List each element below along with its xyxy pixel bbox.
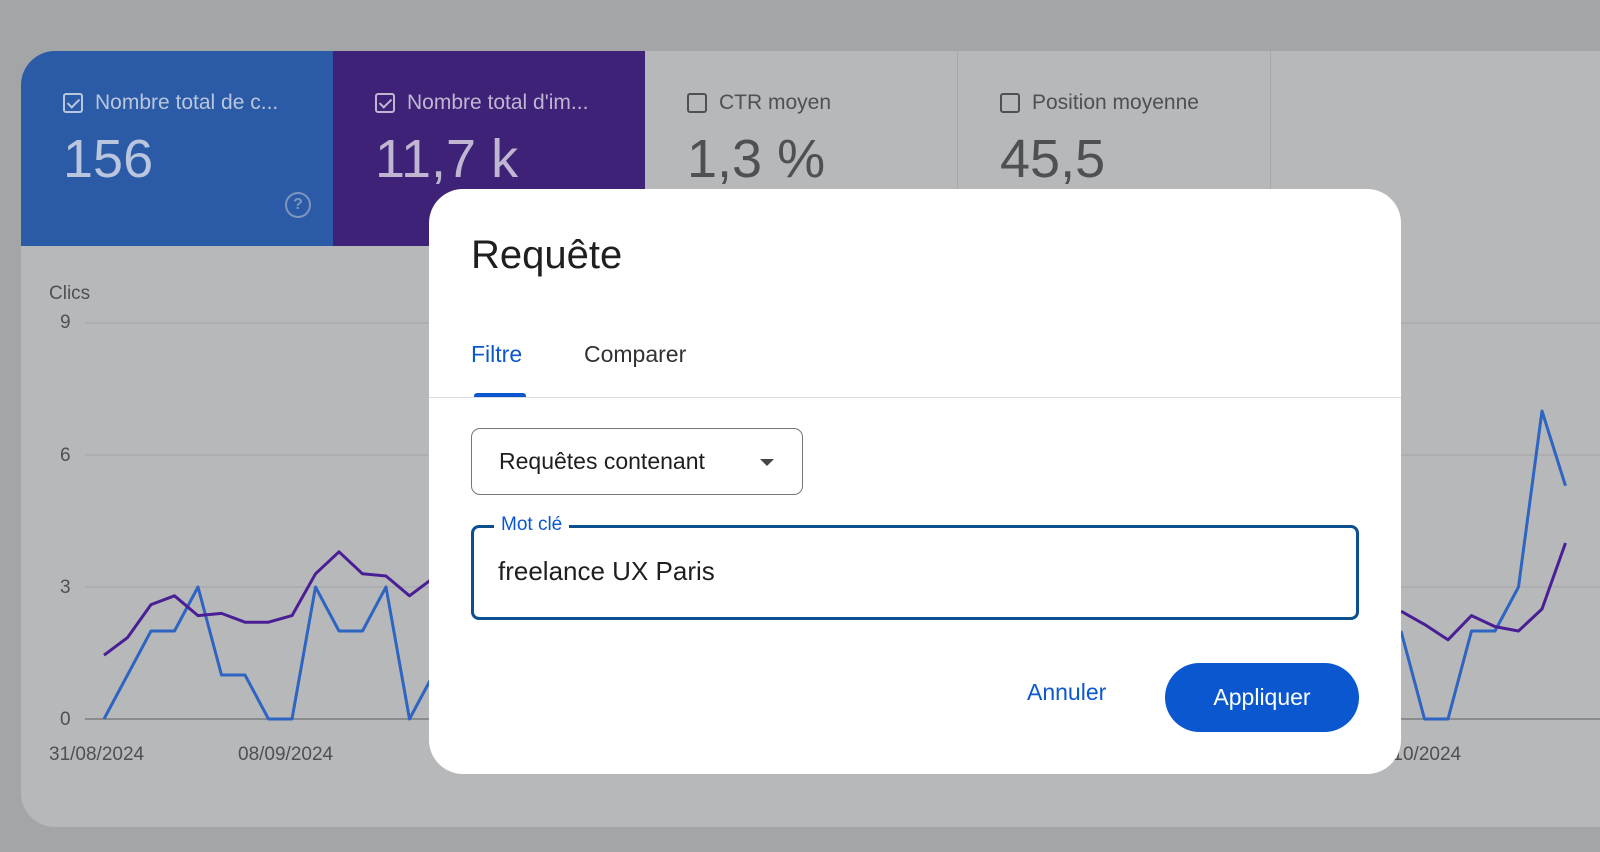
clicks-series-line: [1399, 409, 1567, 721]
select-value: Requêtes contenant: [499, 448, 705, 474]
y-tick-label: 3: [60, 577, 71, 598]
tab-filter[interactable]: Filtre: [471, 341, 522, 368]
tab-divider: [429, 397, 1401, 398]
query-filter-dialog: Requête Filtre Comparer Requêtes contena…: [429, 189, 1401, 774]
keyword-field[interactable]: Mot clé: [471, 513, 1359, 620]
apply-button[interactable]: Appliquer: [1165, 663, 1359, 732]
impressions-series-line: [103, 550, 434, 657]
filter-type-select[interactable]: Requêtes contenant: [471, 428, 803, 495]
keyword-field-label: Mot clé: [494, 513, 570, 537]
impressions-series-line: [1400, 542, 1567, 642]
tab-compare[interactable]: Comparer: [584, 341, 686, 368]
caret-down-icon: [760, 459, 774, 466]
cancel-button[interactable]: Annuler: [1027, 679, 1106, 706]
clicks-series-line: [102, 585, 435, 721]
x-tick-label: 31/08/2024: [49, 744, 145, 765]
x-tick-label: 08/09/2024: [238, 744, 334, 765]
y-tick-label: 0: [60, 709, 71, 730]
y-axis-title: Clics: [49, 283, 91, 304]
y-tick-label: 6: [60, 445, 71, 466]
y-tick-label: 9: [60, 312, 71, 333]
keyword-input[interactable]: [498, 556, 1318, 587]
dialog-title: Requête: [471, 233, 623, 277]
